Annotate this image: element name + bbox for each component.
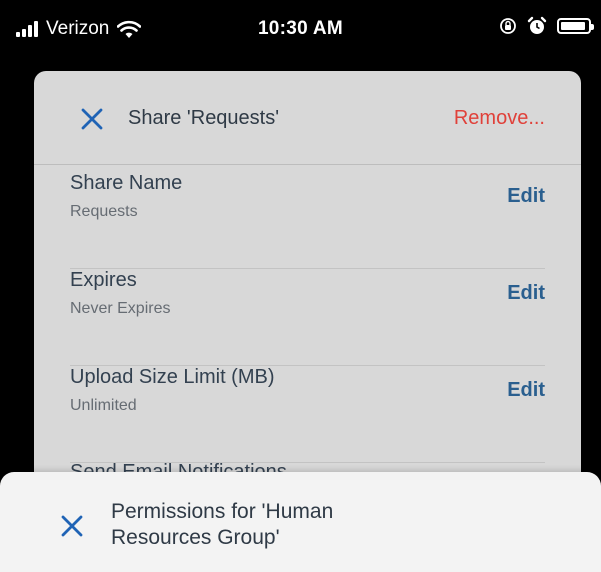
edit-upload-limit-button[interactable]: Edit — [507, 379, 545, 402]
setting-value: Never Expires — [70, 300, 171, 317]
remove-button[interactable]: Remove... — [454, 107, 545, 130]
edit-expires-button[interactable]: Edit — [507, 282, 545, 305]
setting-label: Upload Size Limit (MB) — [70, 366, 275, 388]
close-icon[interactable] — [81, 108, 103, 130]
alarm-clock-icon — [527, 16, 547, 34]
setting-row-share-name: Share Name Requests Edit — [70, 172, 545, 269]
status-bar: Verizon 10:30 AM — [0, 0, 601, 62]
setting-value: Requests — [70, 203, 138, 220]
battery-icon — [557, 18, 594, 34]
battery-level-fill — [561, 22, 585, 30]
edit-share-name-button[interactable]: Edit — [507, 185, 545, 208]
close-icon[interactable] — [61, 515, 83, 537]
setting-value: Unlimited — [70, 397, 137, 414]
permissions-title: Permissions for 'Human Resources Group' — [111, 500, 334, 549]
status-right — [499, 16, 594, 36]
sheet-header: Share 'Requests' Remove... — [34, 71, 581, 165]
permissions-panel: Permissions for 'Human Resources Group' — [0, 472, 601, 572]
sheet-title: Share 'Requests' — [128, 107, 280, 129]
setting-row-expires: Expires Never Expires Edit — [70, 269, 545, 366]
setting-label: Expires — [70, 269, 137, 291]
rotation-lock-icon — [500, 18, 516, 34]
setting-row-upload-limit: Upload Size Limit (MB) Unlimited Edit — [70, 366, 545, 463]
setting-label: Share Name — [70, 172, 183, 194]
